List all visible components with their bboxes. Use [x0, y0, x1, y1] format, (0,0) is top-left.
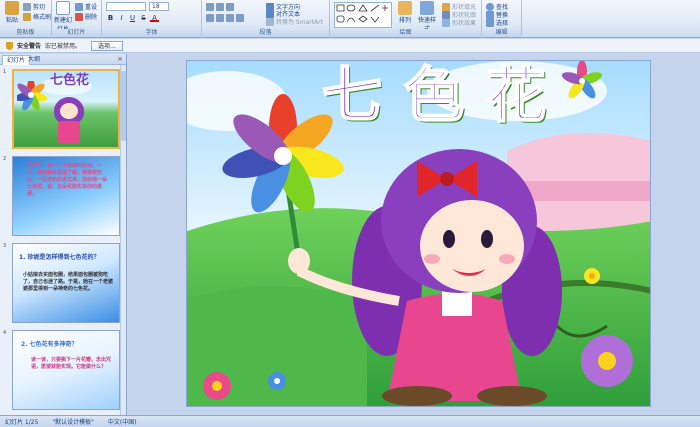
select-button[interactable]: 选择 — [486, 18, 508, 27]
slide-workspace: 七色花 — [128, 54, 700, 415]
font-color-button[interactable]: A — [150, 14, 159, 22]
slides-label: 幻灯片 — [52, 29, 101, 37]
slide-counter: 幻灯片 1/25 — [5, 419, 39, 426]
slide-number: 2 — [3, 156, 7, 162]
font-label: 字体 — [102, 29, 201, 37]
slide-thumbnail-3[interactable]: 1. 珍妮是怎样得到七色花的？ 小姑娘去买面包圈，结果面包圈被狗吃了，自己也迷了… — [12, 243, 120, 323]
panel-scrollbar[interactable] — [120, 65, 126, 415]
editing-label: 编辑 — [482, 29, 521, 37]
shape-effects-button[interactable]: 形状效果 — [442, 18, 476, 27]
slide-number: 1 — [3, 69, 7, 75]
paste-icon — [5, 1, 19, 15]
slide-thumbnail-row-1[interactable]: 1 七色花 — [3, 69, 121, 151]
convert-smartart-button[interactable]: 转换为 SmartArt — [266, 17, 323, 26]
editing-group: 查找 替换 选择 编辑 — [482, 0, 522, 38]
security-options-button[interactable]: 选项... — [91, 40, 123, 51]
cut-button[interactable]: 剪切 — [23, 2, 45, 11]
slide-number: 3 — [3, 243, 7, 249]
girl-face-shape — [60, 103, 78, 119]
arrange-icon — [398, 1, 412, 15]
quick-styles-icon — [420, 1, 434, 15]
underline-button[interactable]: U — [128, 14, 137, 22]
girl-dress-shape — [58, 121, 80, 143]
format-painter-button[interactable]: 格式刷 — [23, 12, 51, 21]
theme-name[interactable]: "默认设计模板" — [52, 417, 94, 426]
panel-tabs: 幻灯片 大纲 × — [0, 54, 126, 65]
slides-panel: 幻灯片 大纲 × 1 七色花 2 同学们，有一个小姑娘叫珍妮。一天，她在森林里迷… — [0, 54, 127, 415]
slide-number: 4 — [3, 330, 7, 336]
tab-outline[interactable]: 大纲 — [24, 55, 44, 65]
brush-icon — [23, 12, 31, 21]
new-slide-icon — [56, 1, 70, 15]
language-indicator[interactable]: 中文(中国) — [108, 417, 137, 426]
paragraph-group: 文字方向 对齐文本 转换为 SmartArt 段落 — [202, 0, 330, 38]
thumb-heading: 1. 珍妮是怎样得到七色花的？ — [19, 254, 100, 261]
font-size-combo[interactable]: 18 — [149, 2, 169, 11]
slide-thumbnail-4[interactable]: 2. 七色花有多神奇？ 读一读，只要撕下一片花瓣，念出咒语，愿望就能实现。它能做… — [12, 330, 120, 410]
justify-icon[interactable] — [236, 14, 244, 22]
slide-thumbnail-2[interactable]: 同学们，有一个小姑娘叫珍妮。一天，她在森林里迷了路，哭得很伤心。一位老奶奶走过来… — [12, 156, 120, 236]
align-right-icon[interactable] — [226, 14, 234, 22]
font-name-combo[interactable] — [106, 2, 146, 11]
font-group: 18 B I U S A 字体 — [102, 0, 202, 38]
security-warning-title: 安全警告 — [17, 43, 42, 50]
paragraph-label: 段落 — [202, 29, 329, 37]
slide-thumbnail-1[interactable]: 七色花 — [12, 69, 120, 149]
scrollbar-thumb[interactable] — [121, 71, 126, 141]
bullets-icon[interactable] — [206, 3, 214, 11]
align-left-icon[interactable] — [206, 14, 214, 22]
shield-icon — [6, 41, 13, 50]
drawing-group: 排列 快速样式 形状填充 形状轮廓 形状效果 绘图 — [330, 0, 482, 38]
shapes-gallery[interactable] — [334, 2, 392, 28]
status-bar: 幻灯片 1/25 "默认设计模板" 中文(中国) — [0, 415, 700, 427]
thumb-text: 读一读，只要撕下一片花瓣，念出咒语，愿望就能实现。它能做什么？ — [31, 357, 112, 370]
slide-thumbnail-row-3[interactable]: 3 1. 珍妮是怎样得到七色花的？ 小姑娘去买面包圈，结果面包圈被狗吃了，自己也… — [3, 243, 121, 325]
numbering-icon[interactable] — [216, 3, 224, 11]
thumb-text: 小姑娘去买面包圈，结果面包圈被狗吃了，自己也迷了路。于是，她在一个老婆婆那里得到… — [23, 272, 114, 292]
slide-title[interactable]: 七色花 — [321, 62, 568, 130]
slide-thumbnail-row-4[interactable]: 4 2. 七色花有多神奇？ 读一读，只要撕下一片花瓣，念出咒语，愿望就能实现。它… — [3, 330, 121, 412]
close-icon[interactable]: × — [117, 55, 123, 63]
paste-button[interactable]: 粘贴 — [3, 1, 21, 24]
shapes-icon — [336, 4, 388, 23]
slides-group: 新建幻灯片 重设 删除 幻灯片 — [52, 0, 102, 38]
clipboard-group: 粘贴 剪切 格式刷 剪贴板 — [0, 0, 52, 38]
bold-button[interactable]: B — [106, 14, 115, 22]
ribbon: 粘贴 剪切 格式刷 剪贴板 新建幻灯片 重设 删除 幻灯片 18 B — [0, 0, 700, 38]
clipboard-label: 剪贴板 — [0, 29, 51, 37]
cursor-icon — [486, 18, 494, 27]
slide-canvas[interactable]: 七色花 — [186, 60, 651, 407]
align-center-icon[interactable] — [216, 14, 224, 22]
arrange-button[interactable]: 排列 — [396, 1, 414, 24]
italic-button[interactable]: I — [117, 14, 126, 22]
flower-icon — [17, 81, 47, 111]
thumb-title: 七色花 — [50, 73, 90, 88]
security-warning-bar: 安全警告 宏已被禁用。 选项... — [0, 39, 700, 53]
slide-thumbnail-row-2[interactable]: 2 同学们，有一个小姑娘叫珍妮。一天，她在森林里迷了路，哭得很伤心。一位老奶奶走… — [3, 156, 121, 238]
security-warning-message: 宏已被禁用。 — [45, 43, 82, 50]
scissors-icon — [23, 2, 31, 11]
strike-button[interactable]: S — [139, 14, 148, 22]
indent-icon[interactable] — [226, 3, 234, 11]
format-buttons: B I U S A — [106, 14, 159, 22]
list-buttons — [206, 3, 234, 11]
smartart-icon — [266, 17, 274, 26]
thumb-heading: 2. 七色花有多神奇？ — [21, 341, 78, 348]
delete-icon — [75, 12, 83, 21]
delete-button[interactable]: 删除 — [75, 12, 97, 21]
thumb-text: 同学们，有一个小姑娘叫珍妮。一天，她在森林里迷了路，哭得很伤心。一位老奶奶走过来… — [27, 163, 108, 197]
align-buttons — [206, 14, 244, 22]
effects-icon — [442, 18, 450, 27]
drawing-label: 绘图 — [330, 29, 481, 37]
reset-button[interactable]: 重设 — [75, 2, 97, 11]
reset-icon — [75, 2, 83, 11]
